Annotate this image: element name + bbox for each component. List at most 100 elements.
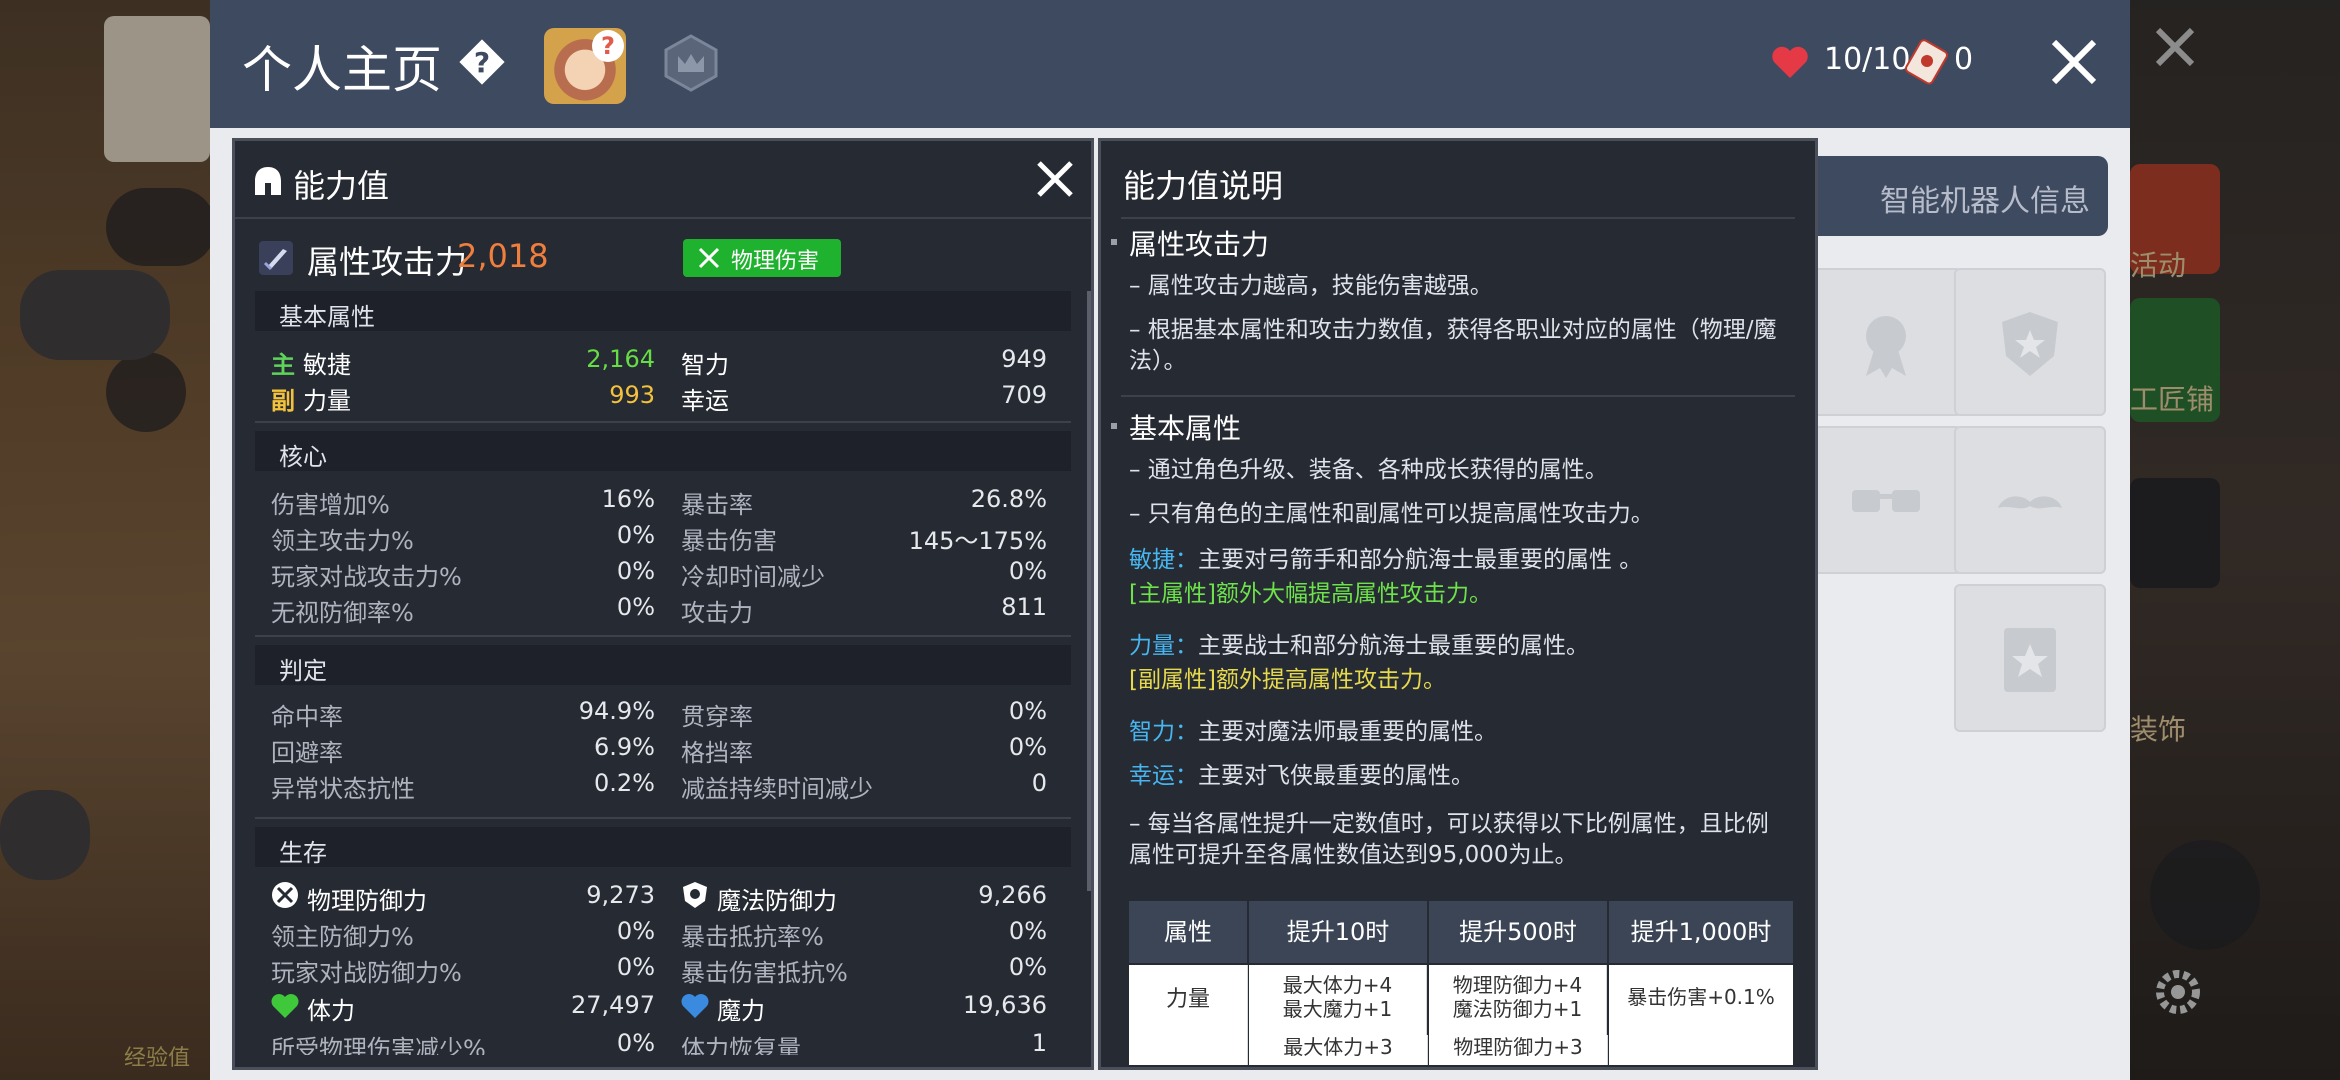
- stats-scrollbar[interactable]: [1087, 291, 1091, 891]
- stat-row-label: 玩家对战防御力%: [271, 959, 462, 987]
- stat-row-value: 16%: [601, 485, 655, 513]
- mustache-icon: [1998, 496, 2062, 509]
- table-cell: [1129, 1035, 1248, 1065]
- divider: [255, 635, 1071, 637]
- table-cell: [1609, 1035, 1793, 1065]
- divider: [255, 421, 1071, 423]
- stat-row-label: 无视防御率%: [271, 599, 414, 627]
- stat-row-label: 格挡率: [681, 739, 753, 767]
- stat-row-value: 94.9%: [578, 697, 655, 725]
- damage-type-label: 物理伤害: [731, 249, 820, 274]
- avatar-question-icon: ?: [592, 30, 624, 62]
- stat-row-value: 27,497: [571, 991, 655, 1019]
- stat-row-value: 0%: [1008, 557, 1047, 585]
- modal-header: 个人主页 ? ? 10/10 0: [210, 0, 2130, 128]
- int-desc: 智力：主要对魔法师最重要的属性。: [1129, 719, 1497, 745]
- attack-heading: 属性攻击力: [1129, 228, 1270, 261]
- heart-icon: [1770, 44, 1810, 80]
- stats-close-button[interactable]: [1035, 159, 1075, 199]
- stat-row-label: 攻击力: [681, 599, 753, 627]
- bullet-icon: [1111, 423, 1117, 429]
- stat-row-value: 0%: [616, 557, 655, 585]
- str-desc: 力量：主要战士和部分航海士最重要的属性。: [1129, 633, 1589, 659]
- equip-slot-card[interactable]: [1954, 584, 2106, 732]
- stat-row-label: 所受物理伤害减少%: [271, 1035, 486, 1055]
- stat-row-value: 0.2%: [594, 769, 655, 797]
- divider: [255, 817, 1071, 819]
- stat-row-value: 1: [1031, 1029, 1047, 1055]
- tickets-count: 0: [1954, 42, 1974, 77]
- stat-row-value: 6.9%: [594, 733, 655, 761]
- table-cell: 物理防御力+4 魔法防御力+1: [1429, 965, 1607, 1035]
- stat-row-label: 魔法防御力: [717, 887, 837, 915]
- stat-row-value: 19,636: [963, 991, 1047, 1019]
- divider: [1121, 395, 1795, 397]
- stats-panel: 能力值 属性攻击力 2,018 物理伤害 基本属性 主敏捷 2,164 智力 9…: [232, 138, 1094, 1070]
- stat-row-label: 体力恢复量: [681, 1035, 801, 1055]
- help-icon[interactable]: ?: [456, 36, 508, 88]
- shield-icon: [2002, 312, 2058, 376]
- attack-label: 属性攻击力: [307, 243, 468, 281]
- stat-int-label: 智力: [681, 351, 729, 379]
- section-core: 核心: [255, 431, 1071, 471]
- dex-desc: 敏捷：主要对弓箭手和部分航海士最重要的属性 。: [1129, 547, 1643, 573]
- equip-slot-badge[interactable]: [1954, 268, 2106, 416]
- section-core-title: 核心: [279, 443, 327, 471]
- stat-row-value: 0%: [1008, 917, 1047, 945]
- page-title: 个人主页: [242, 41, 442, 99]
- card-icon: [2004, 628, 2056, 692]
- stat-row-value: 0%: [616, 593, 655, 621]
- stat-dex-value: 2,164: [586, 345, 655, 373]
- robot-info-label: 智能机器人信息: [1880, 184, 2090, 219]
- basic-line-2: – 只有角色的主属性和副属性可以提高属性攻击力。: [1129, 501, 1654, 527]
- luk-desc: 幸运：主要对飞侠最重要的属性。: [1129, 763, 1474, 789]
- stat-row-value: 9,266: [978, 881, 1047, 909]
- stat-row-value: 0%: [616, 917, 655, 945]
- stat-str-label: 副力量: [271, 387, 351, 415]
- stat-row-label: 伤害增加%: [271, 491, 390, 519]
- stat-row-value: 145～175%: [908, 527, 1047, 555]
- stat-row-label: 暴击率: [681, 491, 753, 519]
- stat-row-label: 领主攻击力%: [271, 527, 414, 555]
- section-basic: 基本属性: [255, 291, 1071, 331]
- bullet-icon: [1111, 239, 1117, 245]
- attack-value: 2,018: [457, 237, 549, 275]
- equip-slot-mustache[interactable]: [1954, 426, 2106, 574]
- table-cell: 最大体力+3: [1249, 1035, 1428, 1065]
- description-title: 能力值说明: [1123, 167, 1284, 205]
- table-cell: 暴击伤害+0.1%: [1609, 965, 1793, 1035]
- stat-row-label: 回避率: [271, 739, 343, 767]
- crown-icon[interactable]: [662, 34, 720, 92]
- stat-row-value: 9,273: [586, 881, 655, 909]
- stat-dex-label: 主敏捷: [271, 351, 351, 379]
- equip-slot-glasses[interactable]: [1810, 426, 1962, 574]
- close-modal-button[interactable]: [2048, 36, 2100, 88]
- section-judge: 判定: [255, 645, 1071, 685]
- robot-info-tab[interactable]: 智能机器人信息: [1780, 156, 2108, 236]
- stat-row-label: 贯穿率: [681, 703, 753, 731]
- stat-luk-label: 幸运: [681, 387, 729, 415]
- stat-str-value: 993: [609, 381, 655, 409]
- section-survive-title: 生存: [279, 839, 327, 867]
- stat-row-label: 暴击伤害抵抗%: [681, 959, 848, 987]
- divider: [1121, 217, 1795, 219]
- table-header: 提升500时: [1429, 901, 1607, 963]
- mp-heart-icon: [681, 993, 709, 1019]
- stat-int-value: 949: [1001, 345, 1047, 373]
- section-basic-title: 基本属性: [279, 303, 375, 331]
- attack-line-1: – 属性攻击力越高，技能伤害越强。: [1129, 273, 1493, 299]
- ticket-icon: [1902, 36, 1952, 86]
- table-header: 属性: [1129, 901, 1247, 963]
- stats-panel-title: 能力值: [293, 167, 390, 205]
- stat-row-value: 0: [1031, 769, 1047, 797]
- basic-line-1: – 通过角色升级、装备、各种成长获得的属性。: [1129, 457, 1608, 483]
- str-note: [副属性]额外提高属性攻击力。: [1129, 667, 1446, 693]
- stat-row-label: 暴击伤害: [681, 527, 777, 555]
- section-judge-title: 判定: [279, 657, 327, 685]
- stat-row-value: 0%: [1008, 953, 1047, 981]
- equip-slot-medal[interactable]: [1810, 268, 1962, 416]
- stat-row-value: 0%: [1008, 733, 1047, 761]
- stat-row-value: 26.8%: [970, 485, 1047, 513]
- attack-icon: [259, 241, 293, 275]
- basic-heading: 基本属性: [1129, 412, 1242, 445]
